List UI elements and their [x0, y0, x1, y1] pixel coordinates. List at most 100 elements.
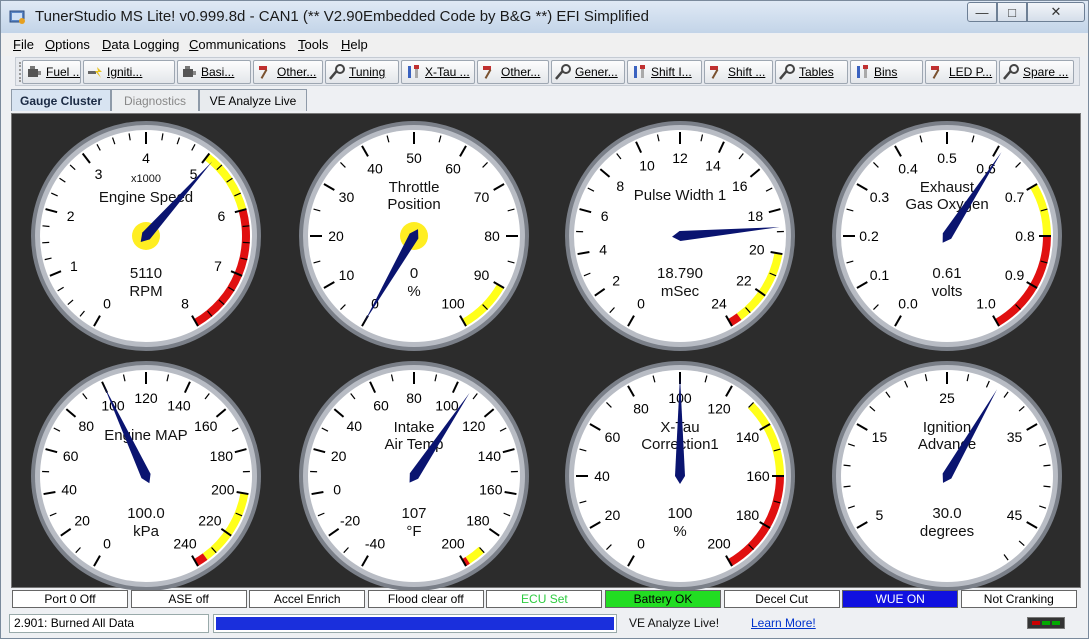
menu-file[interactable]: File — [13, 37, 34, 52]
gauge-dial: -40-200204060 80 100120140160180200IntakeA… — [299, 361, 529, 591]
gauge-7: 5 15 25 35 45 Ignition Advance 30.0 degrees — [831, 360, 1063, 592]
gauge-dial: 020406080100120140160180200220240Engine … — [31, 361, 261, 591]
gauge-tick-label: 0.5 — [937, 150, 957, 166]
menu-data-logging[interactable]: Data Logging — [102, 37, 179, 52]
ve-analyze-live-text: VE Analyze Live! — [629, 616, 720, 630]
learn-more-link[interactable]: Learn More! — [751, 616, 816, 630]
toolbar: Fuel ... Igniti... Basi... Other... Tuning X-… — [15, 57, 1080, 86]
gauge-tick-label: 60 — [605, 429, 621, 445]
maximize-button[interactable]: □ — [997, 2, 1027, 22]
gauge-tick-label: 40 — [346, 418, 362, 434]
wrench-icon — [329, 64, 345, 80]
toolbar-button-label: Igniti... — [107, 65, 143, 79]
gauge-tick-label: 200 — [441, 536, 465, 552]
gauge-4: 020406080100120140160180200220240Engine … — [30, 360, 262, 592]
gauge-tick-label: 120 — [134, 390, 158, 406]
gauge-tick-label: 20 — [605, 507, 621, 523]
gauge-units: degrees — [920, 523, 974, 540]
indicator-1: ASE off — [130, 590, 247, 608]
gauge-tick-label: 40 — [61, 482, 77, 498]
toolbar-button-8[interactable]: Shift I... — [627, 60, 702, 84]
menu-help[interactable]: Help — [341, 37, 368, 52]
indicator-3: Flood clear off — [367, 590, 484, 608]
gauge-tick-label: 24 — [711, 296, 727, 312]
toolbar-button-label: Gener... — [575, 65, 618, 79]
close-button[interactable]: ✕ — [1027, 2, 1085, 22]
gauge-tick-label: 20 — [328, 228, 344, 244]
indicator-bar: Port 0 Off ASE off Accel Enrich Flood clear… — [11, 590, 1081, 608]
toolbar-button-4[interactable]: Tuning — [325, 60, 399, 84]
gauge-tick-label: 6 — [217, 208, 225, 224]
gauge-tick-label: 0.8 — [1015, 228, 1035, 244]
gauge-tick-label: 0 — [637, 296, 645, 312]
gauge-tick-label: 0.7 — [1005, 189, 1025, 205]
toolbar-button-0[interactable]: Fuel ... — [22, 60, 81, 84]
toolbar-button-label: Bins — [874, 65, 898, 79]
menu-communications[interactable]: Communications — [189, 37, 286, 52]
gauge-tick-label: 70 — [474, 189, 490, 205]
gauge-value: 5110 — [130, 265, 162, 282]
gauge-units: °F — [406, 523, 421, 540]
tab-ve-analyze-live[interactable]: VE Analyze Live — [199, 89, 307, 111]
toolbar-button-13[interactable]: Spare ... — [999, 60, 1074, 84]
gauge-tick-label: 20 — [749, 242, 765, 258]
toolbar-button-6[interactable]: Other... — [477, 60, 549, 84]
gauge-tick-label: 14 — [705, 157, 721, 173]
gauge-units: % — [673, 523, 686, 540]
gauge-0: 0 1 2 3 4 5 6 7 8 x1000 Engine Speed 5110 RPM — [30, 120, 262, 352]
toolbar-button-3[interactable]: Other... — [253, 60, 323, 84]
toolbar-button-11[interactable]: Bins — [850, 60, 923, 84]
toolbar-button-7[interactable]: Gener... — [551, 60, 625, 84]
gauge-tick-label: 16 — [732, 178, 748, 194]
indicator-7: WUE ON — [842, 590, 959, 608]
gauge-title: Engine MAP — [104, 427, 187, 444]
status-message: 2.901: Burned All Data — [9, 614, 209, 633]
menu-tools[interactable]: Tools — [298, 37, 328, 52]
screwdriver-icon — [634, 65, 645, 78]
gauge-tick-label: 60 — [63, 448, 79, 464]
minimize-button[interactable]: — — [967, 2, 997, 22]
menu-options[interactable]: Options — [45, 37, 90, 52]
progress-fill — [216, 617, 614, 630]
comm-activity-indicator — [1027, 617, 1065, 629]
gauge-tick-label: 7 — [214, 258, 222, 274]
toolbar-button-2[interactable]: Basi... — [177, 60, 251, 84]
gauge-tick-label: 0 — [333, 482, 341, 498]
gauge-value: 107 — [401, 505, 426, 522]
gauge-units: mSec — [661, 283, 700, 300]
gauge-tick-label: 0.2 — [859, 228, 879, 244]
gauge-value: 0.61 — [932, 265, 961, 282]
gauge-tick-label: 120 — [707, 400, 731, 416]
gauge-cluster-panel: 012345678x1000Engine Speed5110RPM0102030… — [11, 113, 1081, 591]
screwdriver-icon — [857, 65, 868, 78]
hammer-icon — [259, 66, 268, 79]
gauge-6: 020406080100120140160180200X-TauCorrecti… — [564, 360, 796, 592]
status-bar: 2.901: Burned All Data VE Analyze Live! … — [7, 612, 1083, 635]
gauge-value: 30.0 — [932, 505, 961, 522]
gauge-tick-label: 6 — [601, 208, 609, 224]
gauge-tick-label: 18 — [748, 208, 764, 224]
screwdriver-icon — [408, 65, 419, 78]
gauge-dial: 020406080100120140160180200X-TauCorrecti… — [565, 361, 795, 591]
gauge-tick-label: 140 — [736, 429, 760, 445]
toolbar-button-label: Fuel ... — [46, 65, 81, 79]
toolbar-button-5[interactable]: X-Tau ... — [401, 60, 475, 84]
tab-gauge-cluster[interactable]: Gauge Cluster — [11, 89, 111, 111]
toolbar-button-10[interactable]: Tables — [775, 60, 848, 84]
toolbar-button-label: Tables — [799, 65, 834, 79]
toolbar-button-1[interactable]: Igniti... — [83, 60, 175, 84]
gauge-tick-label: 45 — [1007, 507, 1023, 523]
toolbar-button-label: Shift ... — [728, 65, 766, 79]
gauge-minor-tick — [242, 225, 250, 228]
tab-strip: Gauge Cluster Diagnostics VE Analyze Liv… — [11, 89, 1081, 111]
toolbar-button-9[interactable]: Shift ... — [704, 60, 773, 84]
gauge-tick-label: 140 — [167, 397, 191, 413]
gauge-minor-tick — [843, 464, 851, 467]
toolbar-button-12[interactable]: LED P... — [925, 60, 997, 84]
gauge-title: Position — [387, 196, 440, 213]
gauge-tick-label: 1.0 — [976, 296, 996, 312]
tab-diagnostics: Diagnostics — [111, 89, 199, 111]
gauge-tick-label: 35 — [1007, 429, 1023, 445]
gauge-tick-label: 160 — [479, 482, 503, 498]
gauge-value: 100 — [667, 505, 692, 522]
